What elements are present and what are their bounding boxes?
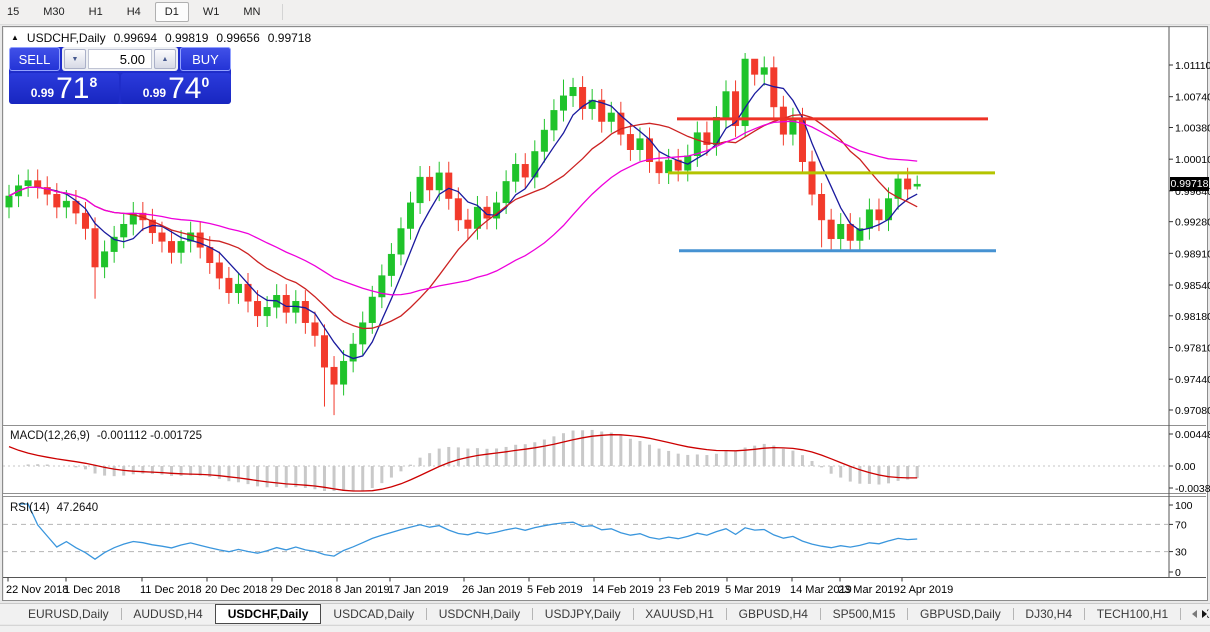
price-axis-label: 1.00740 [1175,92,1210,104]
tab-eurusd-daily[interactable]: EURUSD,Daily [16,604,121,624]
ohlc-close: 0.99718 [267,31,312,45]
date-axis-label: 8 Jan 2019 [335,584,389,596]
date-axis-label: 26 Jan 2019 [462,584,523,596]
macd-indicator-label: MACD(12,26,9) -0.001112 -0.001725 [10,430,202,442]
ma-13-line [8,114,918,330]
rsi-indicator-label: RSI(14) 47.2640 [10,502,98,514]
tab-scroll-arrows [1188,605,1207,622]
rsi-line [18,503,918,560]
tab-gbpusd-h4[interactable]: GBPUSD,H4 [727,604,820,624]
ohlc-low: 0.99656 [216,31,260,45]
sell-price-prefix: 0.99 [30,86,55,100]
collapse-icon[interactable]: ▲ [11,34,19,42]
volume-field[interactable]: 5.00 [88,49,152,69]
tab-usdcad-daily[interactable]: USDCAD,Daily [321,604,426,624]
volume-increase-button[interactable]: ▲ [154,49,176,69]
macd-axis-label: 0.00 [1175,461,1196,473]
chart-header: ▲ USDCHF,Daily 0.99694 0.99819 0.99656 0… [11,31,311,45]
tab-xauusd-h1[interactable]: XAUUSD,H1 [633,604,726,624]
date-axis-label: 17 Jan 2019 [388,584,449,596]
tab-tech100-h1[interactable]: TECH100,H1 [1085,604,1180,624]
date-axis-label: 22 Nov 2018 [6,584,68,596]
rsi-axis-label: 0 [1175,567,1181,579]
one-click-trade-panel: SELL ▼ 5.00 ▲ BUY 0.99 71 8 0.99 74 0 [9,47,231,104]
price-axis-label: 0.98540 [1175,280,1210,292]
rsi-axis-label: 100 [1175,500,1193,512]
date-axis-label: 20 Dec 2018 [205,584,267,596]
date-axis[interactable]: 22 Nov 20181 Dec 2018 11 Dec 2018 20 Dec 2… [6,577,953,597]
ma-26-line [8,120,918,296]
price-axis-label: 1.00380 [1175,122,1210,134]
tab-usdjpy-daily[interactable]: USDJPY,Daily [533,604,633,624]
macd-values: -0.001112 -0.001725 [96,430,202,442]
price-axis-label: 0.98910 [1175,248,1210,260]
sell-price-display: 0.99 71 8 [9,73,119,104]
date-axis-label: 23 Feb 2019 [658,584,720,596]
macd-signal-line [8,434,918,492]
price-axis-label: 0.97810 [1175,343,1210,355]
buy-price-big: 74 [168,71,202,105]
price-axis-label: 0.97440 [1175,374,1210,386]
volume-spinner: ▼ 5.00 ▲ [62,47,178,71]
macd-axis-label: -0.003883 [1175,483,1210,495]
buy-price-display: 0.99 74 0 [121,73,231,104]
volume-decrease-button[interactable]: ▼ [64,49,86,69]
price-axis-label: 0.99280 [1175,217,1210,229]
date-axis-label: 29 Dec 2018 [270,584,332,596]
sell-price-big: 71 [56,71,90,105]
tab-scroll-left-icon[interactable] [1192,609,1197,618]
macd-name: MACD(12,26,9) [10,430,90,442]
tab-dj30-h4[interactable]: DJ30,H4 [1013,604,1084,624]
ohlc-open: 0.99694 [113,31,157,45]
sell-button[interactable]: SELL [9,47,60,71]
rsi-name: RSI(14) [10,502,50,514]
date-axis-label: 23 Mar 2019 [838,584,900,596]
date-axis-label: 5 Mar 2019 [725,584,781,596]
price-axis-label: 1.00010 [1175,154,1210,166]
price-axis-label: 1.01110 [1175,60,1210,72]
tab-sp500-m15[interactable]: SP500,M15 [821,604,908,624]
rsi-value: 47.2640 [56,502,99,514]
chart-tab-bar: EURUSD,Daily AUDUSD,H4 USDCHF,Daily USDCAD,… [0,603,1210,624]
ohlc-high: 0.99819 [165,31,209,45]
price-axis[interactable]: 1.011101.007401.003801.000100.996400.992… [1169,60,1210,579]
chart-symbol-label: USDCHF,Daily [26,31,106,45]
buy-price-prefix: 0.99 [142,86,167,100]
rsi-panel [3,503,1168,560]
tab-scroll-right-icon[interactable] [1202,609,1207,618]
price-axis-label: 0.97080 [1175,405,1210,417]
buy-button[interactable]: BUY [180,47,231,71]
tab-usdchf-daily[interactable]: USDCHF,Daily [214,604,322,624]
tab-usdcnh-daily[interactable]: USDCNH,Daily [427,604,532,624]
date-axis-label: 11 Dec 2018 [140,584,202,596]
sell-price-sup: 8 [89,74,98,90]
rsi-axis-label: 30 [1175,547,1187,559]
tab-gbpusd-daily[interactable]: GBPUSD,Daily [908,604,1013,624]
chevron-up-icon: ▲ [161,55,169,63]
price-axis-label: 0.98180 [1175,311,1210,323]
buy-price-sup: 0 [201,74,210,90]
chevron-down-icon: ▼ [71,55,79,63]
date-axis-label: 2 Apr 2019 [900,584,953,596]
date-axis-label: 5 Feb 2019 [527,584,583,596]
current-price-tag: 0.99718 [1170,177,1209,191]
rsi-axis-label: 70 [1175,519,1187,531]
date-axis-label: 14 Feb 2019 [592,584,654,596]
tab-audusd-h4[interactable]: AUDUSD,H4 [121,604,214,624]
macd-axis-label: 0.004487 [1175,429,1210,441]
candles [5,53,921,416]
date-axis-label: 1 Dec 2018 [64,584,120,596]
